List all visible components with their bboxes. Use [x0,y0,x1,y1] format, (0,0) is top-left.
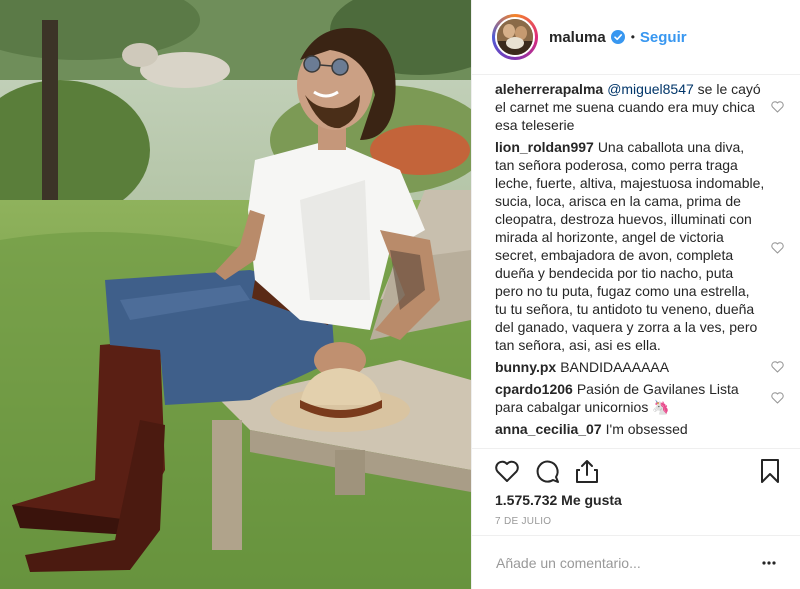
comment-mention[interactable]: @miguel8547 [607,81,694,97]
comment-like-icon[interactable] [771,101,784,113]
avatar[interactable] [492,14,538,60]
avatar-image [495,17,535,57]
post-photo[interactable] [0,0,471,589]
comment-username[interactable]: cpardo1206 [495,381,573,397]
comment-text: Una caballota una diva, tan señora poder… [495,139,765,353]
share-upload-icon[interactable] [574,458,600,484]
verified-badge-icon [610,30,625,44]
comment-like-icon[interactable] [771,361,784,373]
post-date[interactable]: 7 DE JULIO [495,516,551,527]
post-sidebar: maluma • Seguir aleherrerapalma @miguel85… [471,0,800,589]
comment-username[interactable]: aleherrerapalma [495,81,603,97]
comments-list[interactable]: aleherrerapalma @miguel8547 se le cayó el… [472,76,800,448]
comment-item: cpardo1206 Pasión de Gavilanes Lista para… [472,380,800,416]
post-header: maluma • Seguir [472,0,800,75]
comment-username[interactable]: bunny.px [495,359,556,375]
comment-item: anna_cecilia_07 I'm obsessed [472,420,800,438]
comment-like-icon[interactable] [771,392,784,404]
add-comment-bar [472,535,800,589]
post-actions: 1.575.732 Me gusta 7 DE JULIO [472,448,800,544]
more-options-icon[interactable] [761,560,777,566]
action-icon-row [494,458,783,484]
comment-input[interactable] [496,554,761,571]
follow-button[interactable]: Seguir [640,29,687,46]
comment-item: aleherrerapalma @miguel8547 se le cayó el… [472,80,800,134]
comment-item: lion_roldan997 Una caballota una diva, ta… [472,138,800,354]
heart-outline-icon[interactable] [494,458,520,484]
likes-count[interactable]: 1.575.732 Me gusta [495,492,622,508]
header-separator: • [630,30,635,44]
bookmark-icon[interactable] [757,458,783,484]
comment-username[interactable]: anna_cecilia_07 [495,421,602,437]
username-link[interactable]: maluma [549,29,606,46]
post-photo-illustration [0,0,471,589]
comment-item: bunny.px BANDIDAAAAAA [472,358,800,376]
comment-bubble-icon[interactable] [534,458,560,484]
comment-username[interactable]: lion_roldan997 [495,139,594,155]
comment-like-icon[interactable] [771,242,784,254]
comment-text: I'm obsessed [605,421,688,437]
comment-text: BANDIDAAAAAA [560,359,670,375]
